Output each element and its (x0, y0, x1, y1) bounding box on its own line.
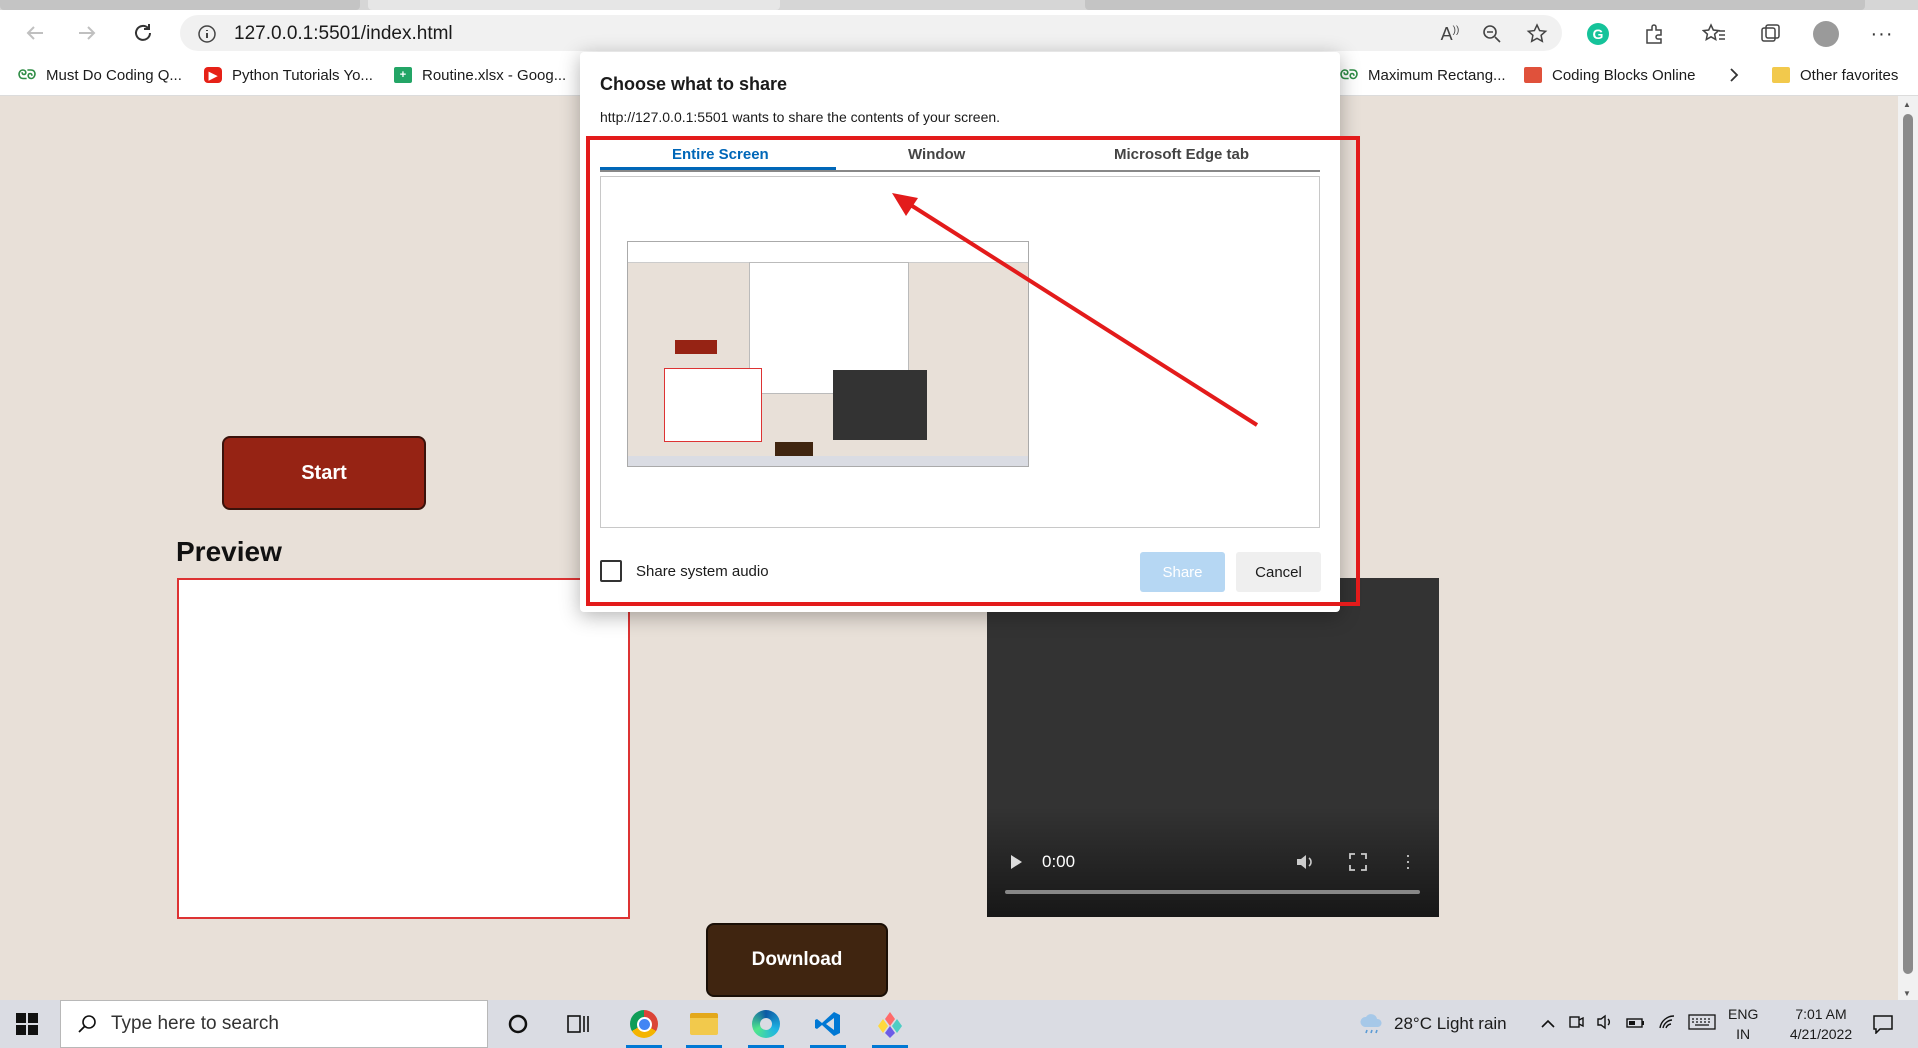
bookmarks-overflow-icon[interactable] (1728, 65, 1740, 85)
edge-icon[interactable] (744, 1006, 788, 1048)
video-player[interactable]: 0:00 · · · (987, 578, 1439, 917)
browser-tab[interactable] (0, 0, 360, 10)
bookmark-item[interactable]: ᘓᘐ Must Do Coding Q... (18, 65, 182, 85)
folder-icon (1772, 67, 1790, 83)
taskbar-search[interactable]: Type here to search (60, 1000, 488, 1048)
speaker-icon[interactable] (1596, 1014, 1614, 1035)
video-time: 0:00 (1042, 852, 1076, 871)
page-scrollbar[interactable]: ▲ ▼ (1898, 96, 1918, 1000)
region-code: IN (1736, 1026, 1751, 1042)
geeksforgeeks-icon: ᘓᘐ (1339, 67, 1359, 82)
volume-icon[interactable] (1295, 852, 1317, 877)
weather-text: 28°C Light rain (1394, 1014, 1507, 1033)
add-favorite-icon[interactable] (1524, 20, 1552, 48)
file-explorer-icon[interactable] (682, 1006, 726, 1048)
rain-cloud-icon (1360, 1014, 1382, 1034)
preview-title: Preview (176, 536, 282, 567)
grammarly-icon[interactable]: G (1584, 20, 1612, 48)
windows-start-icon[interactable] (16, 1013, 38, 1040)
forward-icon[interactable] (70, 16, 104, 50)
taskbar: Type here to search 28°C Light rain ENG … (0, 1000, 1918, 1048)
fullscreen-icon[interactable] (1349, 853, 1367, 876)
scroll-up-icon[interactable]: ▲ (1903, 100, 1911, 109)
wifi-icon[interactable] (1658, 1014, 1676, 1035)
input-language[interactable]: ENG IN (1728, 1000, 1758, 1048)
bookmark-label: Python Tutorials Yo... (232, 66, 373, 84)
keyboard-icon[interactable] (1688, 1013, 1716, 1035)
task-view-icon[interactable] (556, 1006, 600, 1042)
geeksforgeeks-icon: ᘓᘐ (17, 67, 37, 82)
profile-avatar-icon[interactable] (1812, 20, 1840, 48)
browser-tab[interactable] (1085, 0, 1865, 10)
back-icon[interactable] (18, 16, 52, 50)
coding-blocks-icon (1524, 67, 1542, 83)
browser-toolbar: 127.0.0.1:5501/index.html A)) G ··· (0, 10, 1918, 55)
favorites-icon[interactable] (1700, 20, 1728, 48)
video-options-icon[interactable]: · · · (1405, 846, 1411, 876)
bookmark-item[interactable]: + Routine.xlsx - Goog... (394, 65, 566, 85)
clock-date: 4/21/2022 (1789, 1026, 1853, 1042)
show-hidden-icons-icon[interactable] (1540, 1014, 1556, 1034)
zoom-icon[interactable] (1478, 20, 1506, 48)
youtube-icon: ▶ (204, 67, 222, 83)
search-icon (78, 1015, 96, 1033)
site-info-icon[interactable] (197, 24, 217, 49)
tab-strip (0, 0, 1918, 10)
download-button[interactable]: Download (706, 923, 888, 997)
clock[interactable]: 7:01 AM 4/21/2022 (1780, 1000, 1862, 1048)
other-favorites-label: Other favorites (1800, 66, 1899, 84)
start-button[interactable]: Start (222, 436, 426, 510)
refresh-icon[interactable] (126, 16, 160, 50)
annotation-rectangle (586, 136, 1360, 606)
weather-widget[interactable]: 28°C Light rain (1358, 1000, 1507, 1048)
browser-tab[interactable] (368, 0, 780, 10)
search-placeholder: Type here to search (111, 1013, 279, 1034)
language-code: ENG (1728, 1006, 1759, 1022)
chrome-icon[interactable] (622, 1006, 666, 1048)
bookmark-item[interactable]: ▶ Python Tutorials Yo... (204, 65, 373, 85)
play-icon[interactable] (1009, 854, 1023, 875)
google-sheets-icon: + (394, 67, 412, 83)
extensions-icon[interactable] (1640, 20, 1668, 48)
bookmark-label: Coding Blocks Online (1552, 66, 1696, 84)
other-favorites[interactable]: Other favorites (1772, 65, 1898, 85)
cortana-icon[interactable] (496, 1006, 540, 1042)
read-aloud-icon[interactable]: A)) (1436, 20, 1464, 48)
notifications-icon[interactable] (1872, 1000, 1894, 1048)
meet-now-icon[interactable] (1568, 1014, 1584, 1035)
more-options-icon[interactable]: ··· (1868, 20, 1896, 48)
video-progress-bar[interactable] (1005, 890, 1420, 894)
bookmark-label: Routine.xlsx - Goog... (422, 66, 567, 84)
clock-time: 7:01 AM (1795, 1006, 1847, 1022)
dialog-title: Choose what to share (600, 74, 788, 94)
system-tray-icons (1540, 1000, 1716, 1048)
collections-icon[interactable] (1756, 20, 1784, 48)
bookmark-item[interactable]: ᘓᘐ Maximum Rectang... (1340, 65, 1506, 85)
scrollbar-thumb[interactable] (1903, 114, 1913, 974)
preview-box (177, 578, 630, 919)
url-text[interactable]: 127.0.0.1:5501/index.html (234, 23, 453, 45)
dialog-subtitle: http://127.0.0.1:5501 wants to share the… (600, 109, 1001, 125)
app-icon[interactable] (868, 1006, 912, 1048)
bookmark-item[interactable]: Coding Blocks Online (1524, 65, 1695, 85)
scroll-down-icon[interactable]: ▼ (1903, 989, 1911, 998)
vscode-icon[interactable] (806, 1006, 850, 1048)
battery-icon[interactable] (1626, 1014, 1646, 1034)
bookmark-label: Must Do Coding Q... (46, 66, 182, 84)
bookmark-label: Maximum Rectang... (1368, 66, 1506, 84)
